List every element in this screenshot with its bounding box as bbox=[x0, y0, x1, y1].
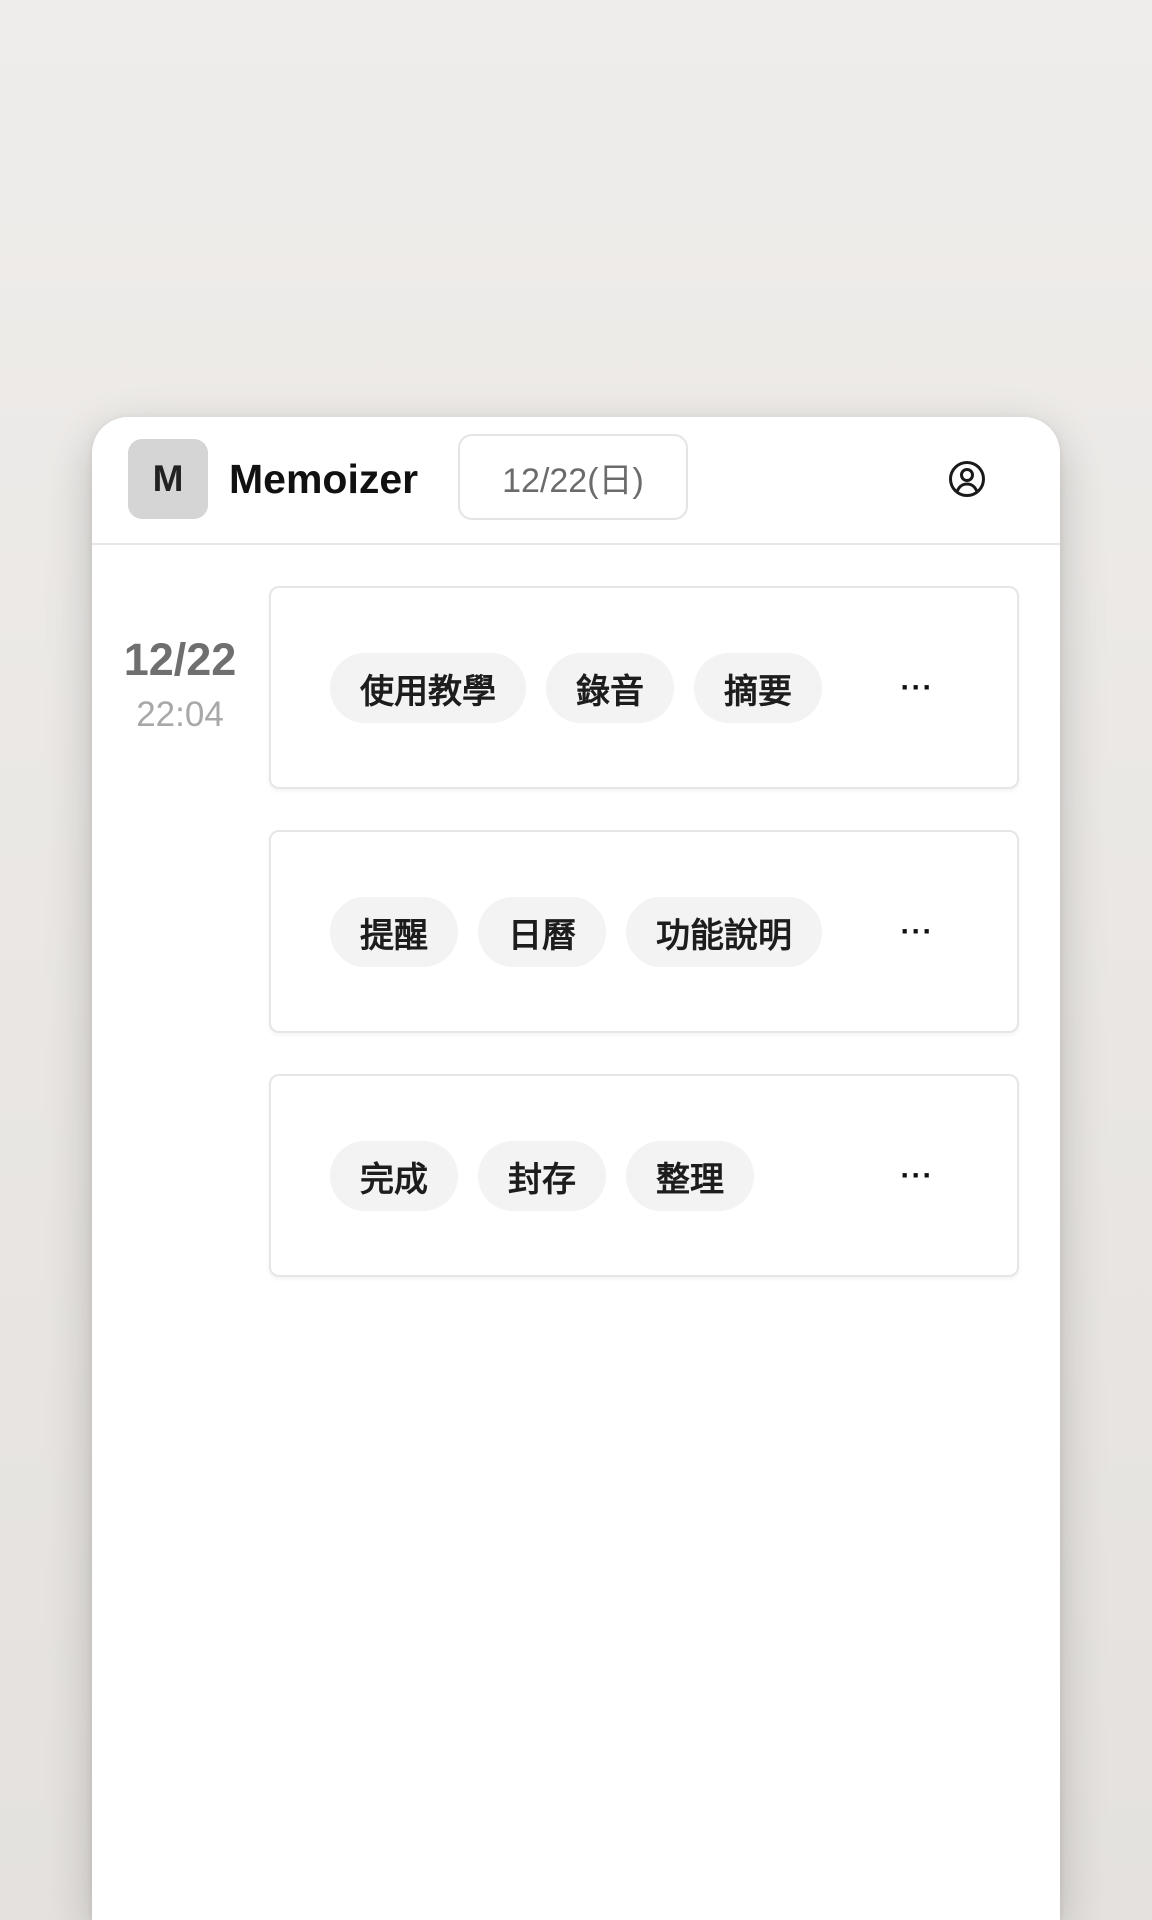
more-options-button[interactable]: ··· bbox=[887, 904, 947, 960]
user-circle-icon bbox=[949, 461, 985, 497]
note-card[interactable]: 完成 封存 整理 ··· bbox=[269, 1074, 1019, 1277]
tag-chip[interactable]: 摘要 bbox=[694, 653, 822, 723]
tag-chip[interactable]: 提醒 bbox=[330, 897, 458, 967]
app-title: Memoizer bbox=[229, 456, 419, 502]
app-header: M Memoizer 12/22(日) bbox=[92, 417, 1060, 545]
tag-chip[interactable]: 完成 bbox=[330, 1141, 458, 1211]
note-card[interactable]: 提醒 日曆 功能說明 ··· bbox=[269, 830, 1019, 1033]
tag-chip[interactable]: 整理 bbox=[626, 1141, 754, 1211]
more-options-button[interactable]: ··· bbox=[887, 660, 947, 716]
more-options-button[interactable]: ··· bbox=[887, 1148, 947, 1204]
account-button[interactable] bbox=[944, 456, 990, 502]
entry-timestamp: 12/22 22:04 bbox=[114, 633, 246, 737]
tag-chip[interactable]: 使用教學 bbox=[330, 653, 526, 723]
entry-time: 22:04 bbox=[136, 695, 224, 734]
tag-list: 提醒 日曆 功能說明 bbox=[330, 897, 822, 967]
tag-chip[interactable]: 錄音 bbox=[546, 653, 674, 723]
app-logo: M bbox=[128, 439, 208, 519]
tag-list: 使用教學 錄音 摘要 bbox=[330, 653, 822, 723]
date-picker-button[interactable]: 12/22(日) bbox=[458, 434, 688, 520]
entry-date: 12/22 bbox=[123, 634, 237, 685]
tag-chip[interactable]: 封存 bbox=[478, 1141, 606, 1211]
tag-chip[interactable]: 日曆 bbox=[478, 897, 606, 967]
app-window: M Memoizer 12/22(日) 12/22 22:04 使用教學 錄音 … bbox=[92, 417, 1060, 1920]
note-card[interactable]: 使用教學 錄音 摘要 ··· bbox=[269, 586, 1019, 789]
tag-list: 完成 封存 整理 bbox=[330, 1141, 754, 1211]
tag-chip[interactable]: 功能說明 bbox=[626, 897, 822, 967]
